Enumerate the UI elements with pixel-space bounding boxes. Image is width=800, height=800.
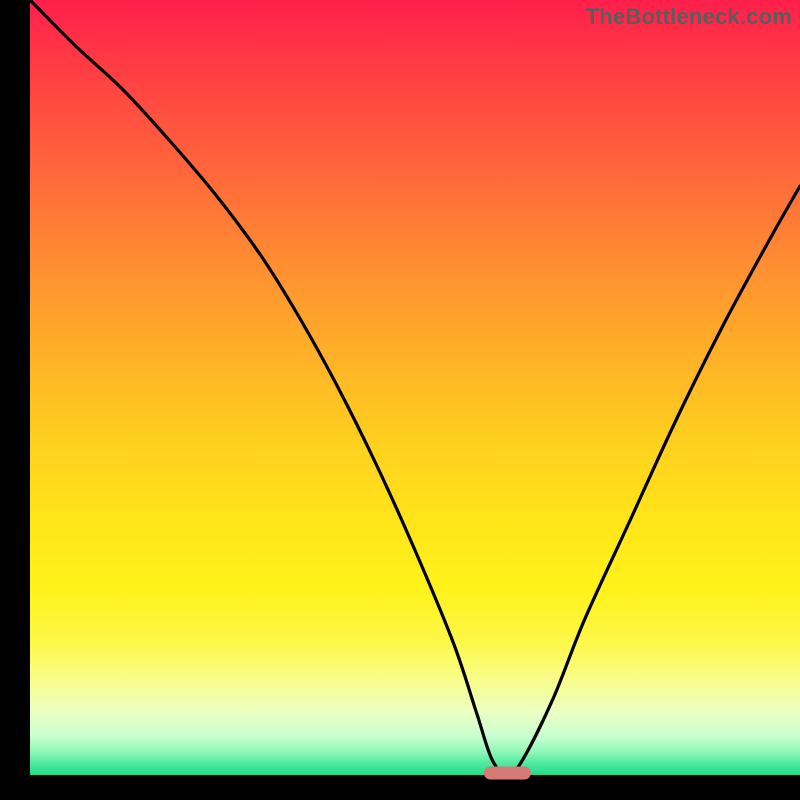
optimal-marker [484, 766, 530, 779]
bottleneck-curve [30, 0, 800, 775]
curve-layer [30, 0, 800, 775]
plot-area [30, 0, 800, 775]
watermark-text: TheBottleneck.com [586, 4, 792, 30]
chart-frame: TheBottleneck.com [0, 0, 800, 800]
